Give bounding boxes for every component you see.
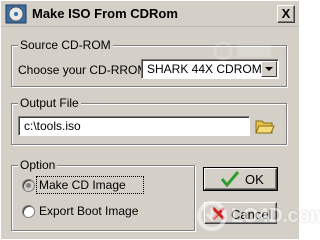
option-group: Option (11, 158, 195, 231)
window-title: Make ISO From CDRom (32, 6, 178, 21)
close-button[interactable]: X (277, 5, 295, 23)
cdrom-drive-value: SHARK 44X CDROM (147, 62, 262, 76)
title-bar[interactable]: Make ISO From CDRom X (1, 1, 299, 27)
watermark-text: LO4D.com (231, 205, 320, 227)
output-path-value: c:\tools.iso (24, 119, 81, 133)
check-icon (220, 171, 240, 190)
ok-button[interactable]: OK (203, 167, 278, 191)
make-iso-dialog: Make ISO From CDRom X Source CD-ROM Choo… (0, 0, 320, 240)
disc-app-icon (5, 4, 27, 24)
open-folder-icon[interactable] (255, 117, 275, 135)
watermark-ghost-icon (213, 41, 273, 64)
export-boot-image-radio[interactable] (22, 205, 35, 218)
ok-button-label: OK (245, 172, 264, 187)
output-file-group-label: Output File (18, 96, 81, 110)
radio-selected-dot (26, 183, 31, 188)
make-cd-image-label: Make CD Image (39, 178, 126, 192)
output-path-field[interactable]: c:\tools.iso (18, 116, 250, 136)
lo4d-watermark: LO4D.com (191, 197, 320, 237)
option-group-label: Option (18, 158, 58, 172)
choose-cdrom-label: Choose your CD-RROM (18, 63, 148, 77)
export-boot-image-label: Export Boot Image (39, 204, 139, 218)
close-icon: X (281, 6, 291, 21)
lo4d-logo-icon (195, 199, 229, 236)
make-cd-image-radio[interactable] (22, 179, 35, 192)
source-cdrom-group-label: Source CD-ROM (18, 38, 113, 52)
